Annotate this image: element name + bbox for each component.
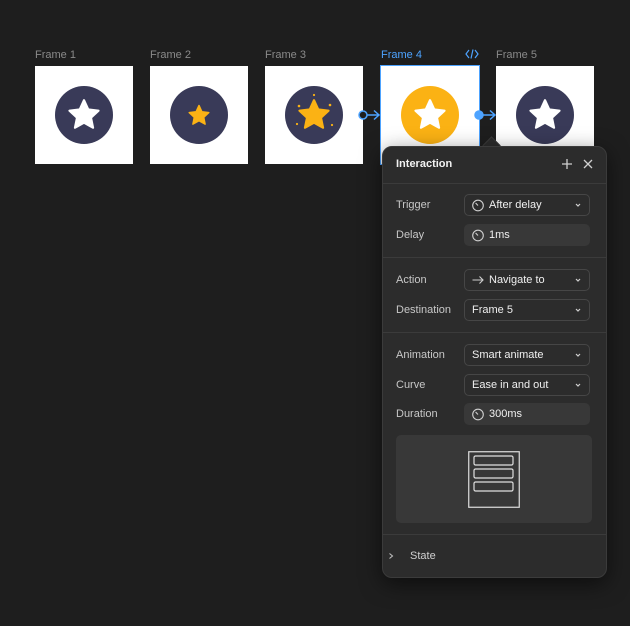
panel-title: Interaction (396, 158, 453, 170)
divider (383, 534, 606, 535)
trigger-label: Trigger (396, 199, 431, 211)
chevron-down-icon (575, 308, 581, 312)
prototype-connector-in[interactable] (357, 107, 383, 123)
delay-input[interactable]: 1ms (464, 224, 590, 246)
chevron-right-icon[interactable] (387, 552, 395, 560)
chevron-down-icon (575, 203, 581, 207)
chevron-down-icon (575, 383, 581, 387)
star-icon (529, 99, 561, 129)
destination-dropdown[interactable]: Frame 5 (464, 299, 590, 321)
chevron-down-icon (575, 353, 581, 357)
star-badge (55, 86, 113, 144)
frame-1-label[interactable]: Frame 1 (35, 49, 76, 61)
star-badge (401, 86, 459, 144)
destination-label: Destination (396, 304, 452, 316)
action-dropdown[interactable]: Navigate to (464, 269, 590, 291)
curve-dropdown[interactable]: Ease in and out (464, 374, 590, 396)
code-icon[interactable] (465, 49, 479, 62)
frame-2-label[interactable]: Frame 2 (150, 49, 191, 61)
divider (383, 332, 606, 333)
frame-5-label[interactable]: Frame 5 (496, 49, 537, 61)
panel-header: Interaction (383, 147, 606, 184)
star-badge (170, 86, 228, 144)
animation-dropdown[interactable]: Smart animate (464, 344, 590, 366)
star-icon (68, 99, 100, 129)
curve-label: Curve (396, 379, 426, 391)
frame-3-label[interactable]: Frame 3 (265, 49, 306, 61)
frame-2[interactable] (150, 66, 248, 164)
action-value: Navigate to (489, 274, 545, 286)
sparkle-icon (295, 93, 334, 127)
arrow-right-icon (472, 276, 484, 284)
frame-3[interactable] (265, 66, 363, 164)
duration-label: Duration (396, 408, 438, 420)
animation-label: Animation (396, 349, 445, 361)
destination-value: Frame 5 (472, 304, 513, 316)
timer-icon (472, 408, 484, 421)
curve-value: Ease in and out (472, 379, 549, 391)
action-label: Action (396, 274, 427, 286)
preview-frame-icon (468, 451, 520, 508)
timer-icon (472, 229, 484, 242)
star-badge (285, 86, 343, 144)
chevron-down-icon (575, 278, 581, 282)
star-icon (188, 104, 210, 125)
delay-label: Delay (396, 229, 425, 241)
animation-preview (396, 435, 592, 523)
star-icon (414, 99, 446, 129)
frame-1[interactable] (35, 66, 133, 164)
duration-value: 300ms (489, 408, 523, 420)
prototype-connector-out[interactable] (473, 107, 499, 123)
trigger-dropdown[interactable]: After delay (464, 194, 590, 216)
interaction-panel: Interaction Trigger After delay Delay 1m… (382, 146, 607, 578)
state-section-toggle[interactable]: State (410, 550, 436, 562)
frame-4-label[interactable]: Frame 4 (381, 49, 422, 61)
animation-value: Smart animate (472, 349, 544, 361)
close-icon[interactable] (579, 155, 597, 173)
delay-value: 1ms (489, 229, 510, 241)
timer-icon (472, 199, 484, 212)
star-badge (516, 86, 574, 144)
trigger-value: After delay (489, 199, 542, 211)
duration-input[interactable]: 300ms (464, 403, 590, 425)
plus-icon[interactable] (558, 155, 576, 173)
divider (383, 257, 606, 258)
